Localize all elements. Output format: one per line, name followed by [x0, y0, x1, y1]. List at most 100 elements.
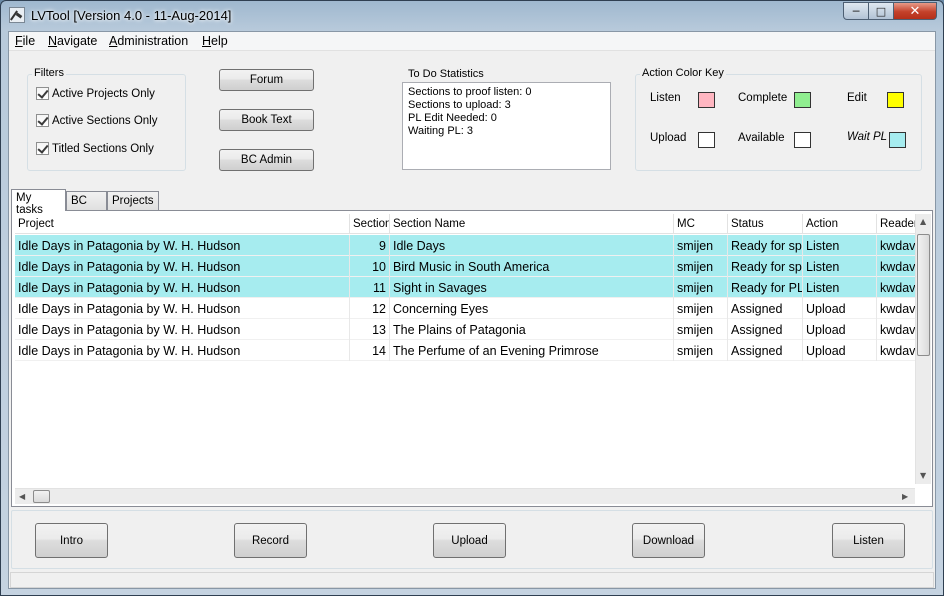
upload-button[interactable]: Upload: [433, 523, 506, 558]
cell-name: Sight in Savages: [390, 277, 674, 298]
vertical-scroll-thumb[interactable]: [917, 234, 930, 356]
minimize-button[interactable]: ─: [843, 2, 869, 20]
column-header-section[interactable]: Section: [350, 214, 390, 234]
todo-line: Waiting PL: 3: [408, 125, 474, 137]
key-listen-swatch: [698, 92, 715, 108]
active-projects-checkbox[interactable]: Active Projects Only: [36, 87, 155, 100]
menu-bar: File Navigate Administration Help: [9, 32, 935, 51]
tasks-grid[interactable]: Project Section Section Name MC Status A…: [15, 214, 915, 484]
color-key-group: Action Color Key Listen Complete Edit Up…: [635, 67, 922, 171]
active-sections-checkbox[interactable]: Active Sections Only: [36, 114, 157, 127]
todo-statistics-box: Sections to proof listen: 0 Sections to …: [402, 82, 611, 170]
close-button[interactable]: ✕: [893, 2, 937, 20]
titled-sections-checkbox[interactable]: Titled Sections Only: [36, 142, 154, 155]
cell-status: Assigned: [728, 298, 803, 319]
cell-project: Idle Days in Patagonia by W. H. Hudson: [15, 256, 350, 277]
vertical-scrollbar[interactable]: ▲ ▼: [915, 214, 931, 484]
table-row[interactable]: Idle Days in Patagonia by W. H. Hudson 11…: [15, 277, 915, 298]
cell-reader: kwdavids: [880, 302, 915, 316]
cell-project: Idle Days in Patagonia by W. H. Hudson: [15, 319, 350, 340]
table-row[interactable]: Idle Days in Patagonia by W. H. Hudson 12…: [15, 298, 915, 319]
table-row[interactable]: Idle Days in Patagonia by W. H. Hudson 13…: [15, 319, 915, 340]
column-header-status[interactable]: Status: [728, 214, 803, 234]
key-available-swatch: [794, 132, 811, 148]
table-row[interactable]: Idle Days in Patagonia by W. H. Hudson 9 I…: [15, 235, 915, 256]
client-area: File Navigate Administration Help Filter…: [8, 31, 936, 589]
key-complete-label: Complete: [738, 92, 788, 104]
column-header-section-name[interactable]: Section Name: [390, 214, 674, 234]
column-header-reader[interactable]: Reader: [877, 214, 915, 234]
maximize-button[interactable]: □: [868, 2, 894, 20]
cell-action: Upload: [803, 319, 877, 340]
menu-navigate[interactable]: Navigate: [48, 34, 97, 48]
cell-project: Idle Days in Patagonia by W. H. Hudson: [15, 277, 350, 298]
menu-help-accel: H: [202, 34, 212, 48]
bc-admin-button[interactable]: BC Admin: [219, 149, 314, 171]
scroll-left-arrow-icon[interactable]: ◀: [19, 492, 25, 501]
cell-mc: smijen: [674, 319, 728, 340]
horizontal-scrollbar[interactable]: ◀ ▶: [15, 488, 915, 504]
record-button[interactable]: Record: [234, 523, 307, 558]
download-button[interactable]: Download: [632, 523, 705, 558]
cell-action: Listen: [803, 256, 877, 277]
intro-button[interactable]: Intro: [35, 523, 108, 558]
column-header-action[interactable]: Action: [803, 214, 877, 234]
active-sections-label: Active Sections Only: [52, 114, 158, 127]
key-wait-pl-label: Wait PL: [847, 131, 888, 143]
column-header-project[interactable]: Project: [15, 214, 350, 234]
tab-my-tasks[interactable]: My tasks: [11, 189, 66, 216]
cell-status: Ready for spot check: [728, 235, 803, 256]
cell-action: Listen: [803, 235, 877, 256]
cell-section: 9: [350, 235, 390, 256]
caption-buttons: ─ □ ✕: [843, 2, 937, 22]
app-window: LVTool [Version 4.0 - 11-Aug-2014] ─ □ ✕…: [0, 0, 944, 596]
cell-mc: smijen: [674, 298, 728, 319]
my-tasks-panel: Project Section Section Name MC Status A…: [11, 210, 933, 507]
title-bar[interactable]: LVTool [Version 4.0 - 11-Aug-2014] ─ □ ✕: [1, 1, 943, 29]
cell-status: Ready for spot check: [728, 256, 803, 277]
cell-name: Idle Days: [390, 235, 674, 256]
checkbox-checked-icon[interactable]: [36, 114, 49, 127]
menu-navigate-label: avigate: [57, 34, 98, 48]
forum-button[interactable]: Forum: [219, 69, 314, 91]
todo-line: PL Edit Needed: 0: [408, 112, 497, 124]
key-wait-pl-swatch: [889, 132, 906, 148]
book-text-button[interactable]: Book Text: [219, 109, 314, 131]
menu-administration[interactable]: Administration: [109, 34, 188, 48]
menu-file[interactable]: File: [15, 34, 35, 48]
cell-name: Concerning Eyes: [390, 298, 674, 319]
checkbox-checked-icon[interactable]: [36, 87, 49, 100]
cell-section: 10: [350, 256, 390, 277]
key-edit-label: Edit: [847, 92, 867, 104]
listen-button[interactable]: Listen: [832, 523, 905, 558]
todo-legend: To Do Statistics: [408, 68, 484, 80]
status-bar: [10, 572, 934, 588]
window-title: LVTool [Version 4.0 - 11-Aug-2014]: [31, 8, 232, 23]
checkbox-checked-icon[interactable]: [36, 142, 49, 155]
cell-reader: kwdavids: [880, 281, 915, 295]
hammer-app-icon: [9, 7, 25, 23]
cell-reader: kwdavids: [880, 344, 915, 358]
menu-help[interactable]: Help: [202, 34, 228, 48]
column-header-mc[interactable]: MC: [674, 214, 728, 234]
tab-bc[interactable]: BC: [66, 191, 107, 210]
cell-section: 11: [350, 277, 390, 298]
key-upload-label: Upload: [650, 132, 687, 144]
key-edit-swatch: [887, 92, 904, 108]
table-row[interactable]: Idle Days in Patagonia by W. H. Hudson 10…: [15, 256, 915, 277]
cell-status: Ready for PL: [728, 277, 803, 298]
scroll-down-arrow-icon[interactable]: ▼: [920, 471, 926, 480]
scroll-up-arrow-icon[interactable]: ▲: [920, 217, 926, 226]
cell-action: Upload: [803, 298, 877, 319]
scroll-right-arrow-icon[interactable]: ▶: [902, 492, 908, 501]
menu-help-label: elp: [211, 34, 228, 48]
horizontal-scroll-thumb[interactable]: [33, 490, 50, 503]
table-row[interactable]: Idle Days in Patagonia by W. H. Hudson 14…: [15, 340, 915, 361]
cell-action: Upload: [803, 340, 877, 361]
cell-reader: kwdavids: [880, 323, 915, 337]
tab-projects[interactable]: Projects: [107, 191, 159, 210]
cell-status: Assigned: [728, 340, 803, 361]
action-button-bar: Intro Record Upload Download Listen: [11, 510, 933, 569]
cell-mc: smijen: [674, 235, 728, 256]
cell-section: 12: [350, 298, 390, 319]
